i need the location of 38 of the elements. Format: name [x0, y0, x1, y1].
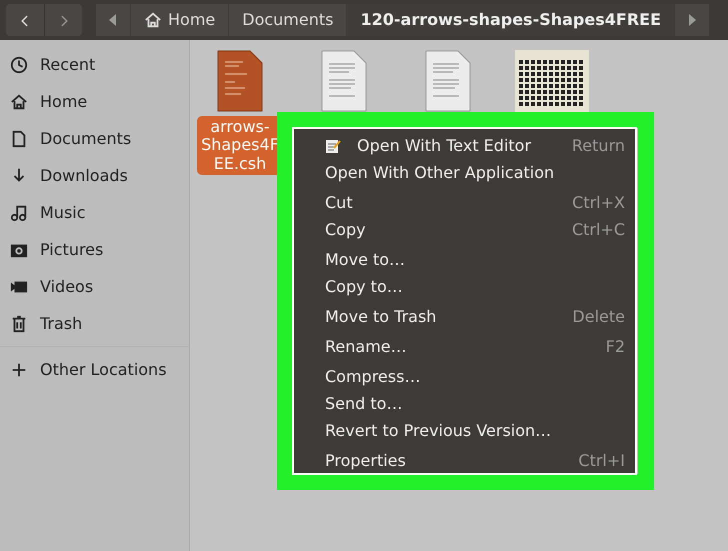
triangle-right-icon — [688, 14, 696, 26]
clock-icon — [10, 56, 28, 74]
document-icon — [10, 130, 28, 148]
menu-item[interactable]: Rename… — [325, 334, 407, 358]
menu-item[interactable]: Send to… — [325, 392, 402, 416]
menu-item[interactable]: Copy — [325, 218, 366, 242]
sidebar-item[interactable]: Other Locations — [0, 351, 189, 388]
sidebar-item[interactable]: Downloads — [0, 157, 189, 194]
sidebar-item[interactable]: Recent — [0, 46, 189, 83]
menu-item[interactable]: Move to… — [325, 248, 406, 272]
sidebar-item[interactable]: Trash — [0, 305, 189, 342]
shortcut-label: Ctrl+X — [572, 192, 625, 214]
shortcut-label: Ctrl+I — [578, 450, 625, 472]
menu-item[interactable]: Open With Text Editor — [357, 134, 532, 158]
menu-item[interactable]: Compress… — [325, 364, 420, 388]
sidebar-item[interactable]: Videos — [0, 268, 189, 305]
home-icon — [144, 11, 162, 29]
menu-item[interactable]: Open With Other Application — [325, 160, 554, 184]
menu-item[interactable]: Move to Trash — [325, 304, 436, 328]
sidebar-item[interactable]: Music — [0, 194, 189, 231]
menu-item[interactable]: Copy to… — [325, 274, 403, 298]
shortcut-label: Return — [572, 134, 625, 156]
shortcut-label: F2 — [606, 336, 625, 358]
triangle-left-icon — [109, 14, 117, 26]
menu-item[interactable]: Properties — [325, 448, 406, 472]
sidebar-item[interactable]: Home — [0, 83, 189, 120]
trash-icon — [10, 314, 28, 332]
menu-item[interactable]: Cut — [325, 190, 353, 214]
sidebar-item[interactable]: Pictures — [0, 231, 189, 268]
music-icon — [10, 204, 28, 222]
breadcrumb[interactable]: 120-arrows-shapes-Shapes4FREE — [347, 4, 675, 36]
home-icon — [10, 92, 28, 110]
scroll-left-button[interactable] — [96, 4, 131, 36]
shortcut-label: Delete — [572, 306, 625, 328]
menu-item[interactable]: Revert to Previous Version… — [325, 418, 552, 442]
plus-icon — [10, 360, 28, 378]
sidebar-item[interactable]: Documents — [0, 120, 189, 157]
shortcut-label: Ctrl+C — [572, 218, 625, 240]
